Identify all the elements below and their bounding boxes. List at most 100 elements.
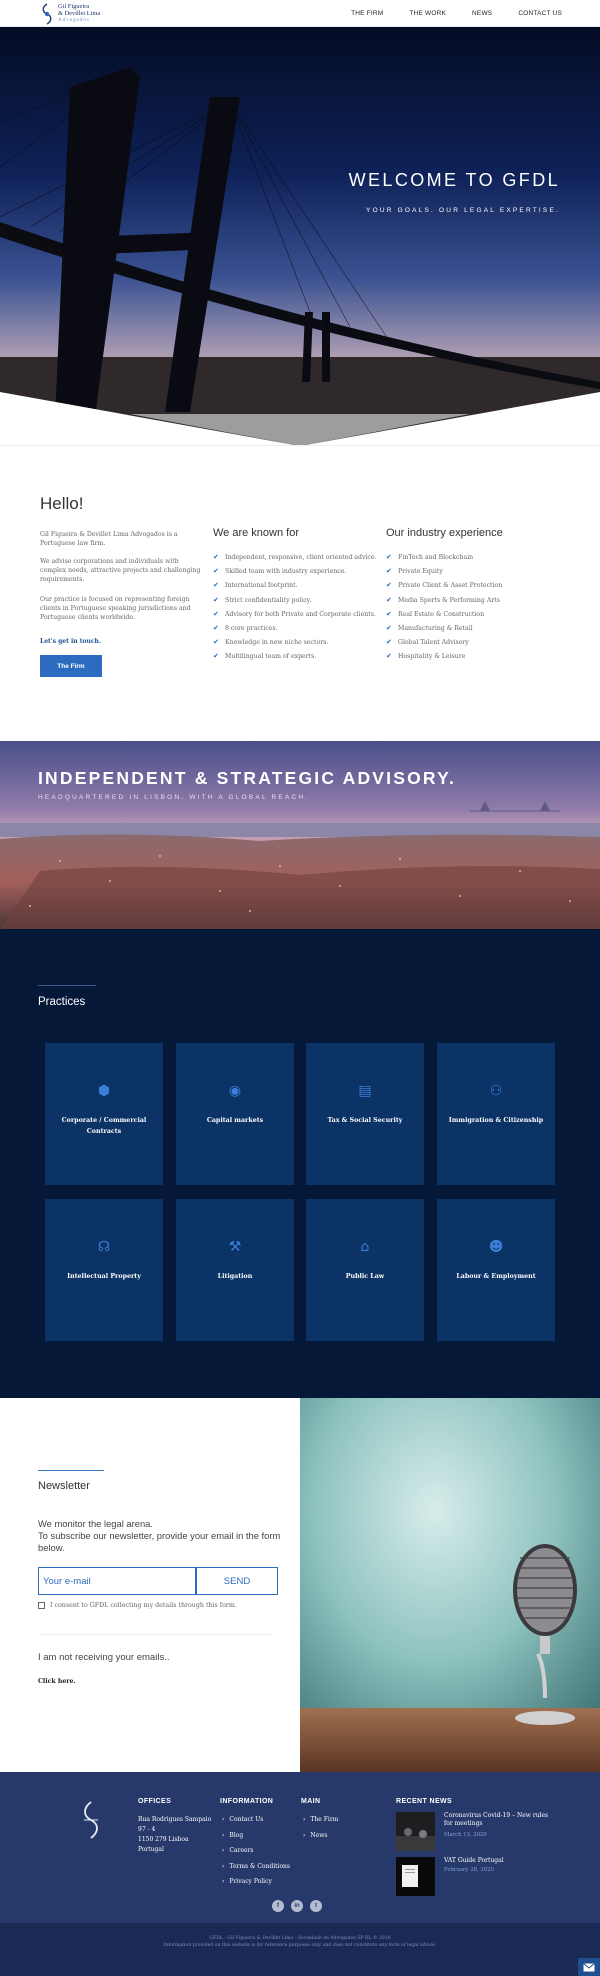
check-icon: ✔ <box>386 553 392 561</box>
list-item: ✔ Skilled team with industry experience. <box>213 567 347 576</box>
logo-line-2: & Devillet Lima <box>58 10 101 17</box>
hero-title: WELCOME TO GFDL <box>348 170 560 190</box>
footer-link-blog[interactable]: › Blog <box>222 1832 290 1848</box>
practice-label: Tax & Social Security <box>327 1117 403 1124</box>
the-firm-button[interactable]: The Firm <box>40 655 102 677</box>
news-date: March 13, 2020 <box>444 1832 487 1838</box>
list-item: ✔ Private Client & Asset Protection <box>386 581 503 590</box>
intro-paragraph-3: Our practice is focused on representing … <box>40 596 191 621</box>
check-icon: ✔ <box>213 609 219 618</box>
consent-checkbox[interactable] <box>38 1602 45 1609</box>
logo-line-1: Gil Figueira <box>58 3 90 10</box>
envelope-icon <box>583 1962 595 1971</box>
list-item: ✔ Manufacturing & Retail <box>386 623 473 632</box>
gavel-icon: ⚒ <box>228 1239 242 1255</box>
nav-the-firm[interactable]: THE FIRM <box>351 10 383 17</box>
practices-title-wrap: Practices <box>38 985 96 1008</box>
check-icon: ✔ <box>213 567 219 576</box>
chevron-right-icon: › <box>303 1831 306 1839</box>
nav-the-work[interactable]: THE WORK <box>409 10 446 17</box>
information-heading: INFORMATION <box>220 1798 274 1805</box>
money-icon: ▤ <box>358 1083 372 1099</box>
address-line: 97 - 4 <box>138 1826 156 1833</box>
email-input[interactable]: Your e-mail <box>38 1567 196 1595</box>
get-in-touch-link[interactable]: Let's get in touch. <box>40 638 101 645</box>
industry-list: ✔ FinTech and Blockchain ✔ Private Equity … <box>386 553 502 667</box>
practice-card-labour[interactable]: ☻ Labour & Employment <box>437 1199 555 1341</box>
practice-card-litigation[interactable]: ⚒ Litigation <box>176 1199 294 1341</box>
facebook-icon[interactable]: f <box>272 1900 284 1912</box>
group-icon: ☻ <box>488 1239 504 1255</box>
mail-icon[interactable] <box>578 1958 600 1976</box>
list-item: ✔ Advisory for both Private and Corporate… <box>213 609 376 618</box>
news-item[interactable]: Coronavirus Covid-19 – New rules for mee… <box>396 1812 556 1852</box>
practice-label: Corporate / Commercial Contracts <box>61 1117 147 1135</box>
people-icon: ⚇ <box>489 1083 503 1099</box>
news-item[interactable]: VAT Guide Portugal February 28, 2020 <box>396 1857 556 1897</box>
information-links: › Contact Us › Blog › Careers › Terms & Cond… <box>222 1816 290 1894</box>
list-item: ✔ Knowledge in new niche sectors. <box>213 638 329 647</box>
hero-subtitle: YOUR GOALS. OUR LEGAL EXPERTISE. <box>366 207 560 214</box>
offices-heading: OFFICES <box>138 1798 172 1805</box>
list-item: ✔ Media Sports & Performing Arts <box>386 595 500 604</box>
check-icon: ✔ <box>213 553 219 561</box>
list-item: ✔ Strict confidentiality policy. <box>213 595 312 604</box>
practice-card-public-law[interactable]: ⌂ Public Law <box>306 1199 424 1341</box>
chevron-right-icon: › <box>303 1816 306 1823</box>
check-icon: ✔ <box>213 581 219 590</box>
footer-link-privacy[interactable]: › Privacy Policy <box>222 1878 290 1894</box>
click-here-link[interactable]: Click here. <box>38 1678 76 1685</box>
check-icon: ✔ <box>213 623 219 632</box>
check-icon: ✔ <box>213 638 219 647</box>
send-button[interactable]: SEND <box>196 1567 278 1595</box>
known-for-title: We are known for <box>213 527 300 539</box>
list-item: ✔ Independent, responsive, client oriente… <box>213 553 377 561</box>
main-heading: MAIN <box>301 1798 321 1805</box>
list-item: ✔ Real Estate & Construction <box>386 609 485 618</box>
practice-label: Labour & Employment <box>456 1273 536 1280</box>
hero-banner: WELCOME TO GFDL YOUR GOALS. OUR LEGAL EX… <box>0 27 600 446</box>
bridge-image <box>0 27 600 446</box>
news-thumbnail <box>396 1857 435 1896</box>
newsletter-title: Newsletter <box>38 1480 90 1492</box>
practice-label: Capital markets <box>206 1117 264 1124</box>
practice-label: Immigration & Citizenship <box>448 1117 544 1124</box>
chevron-right-icon: › <box>222 1831 225 1839</box>
practice-card-capital-markets[interactable]: ◉ Capital markets <box>176 1043 294 1185</box>
footer-link-careers[interactable]: › Careers <box>222 1847 290 1863</box>
list-item: ✔ International footprint. <box>213 581 298 590</box>
check-icon: ✔ <box>386 567 392 576</box>
office-address: Rua Rodrigues Sampaio 97 - 4 1150 279 Li… <box>138 1815 211 1855</box>
practice-card-tax[interactable]: ▤ Tax & Social Security <box>306 1043 424 1185</box>
practice-card-corporate[interactable]: ⬢ Corporate / Commercial Contracts <box>45 1043 163 1185</box>
address-line: 1150 279 Lisboa <box>138 1836 189 1843</box>
copyright-line-2: Information provided on this website is … <box>163 1943 437 1948</box>
footer-link-terms[interactable]: › Terms & Conditions <box>222 1863 290 1879</box>
logo[interactable]: Gil Figueira & Devillet Lima Advogados <box>40 2 100 25</box>
list-item: ✔ 8 core practices. <box>213 623 278 632</box>
check-icon: ✔ <box>386 581 392 590</box>
footer-link-contact[interactable]: › Contact Us <box>222 1816 290 1832</box>
footer-link-news[interactable]: › News <box>303 1832 338 1848</box>
news-title: Coronavirus Covid-19 – New rules for mee… <box>444 1812 549 1827</box>
divider <box>0 445 600 446</box>
nav-contact-us[interactable]: CONTACT US <box>518 10 562 17</box>
cubes-icon: ⬢ <box>97 1083 111 1099</box>
nav-news[interactable]: NEWS <box>472 10 492 17</box>
copyright-line-1: GFDL - Gil Figueira & Devillet Lima - So… <box>209 1936 391 1941</box>
intro-paragraph-1: Gil Figueira & Devillet Lima Advogados i… <box>40 531 178 547</box>
advisory-subtitle: HEADQUARTERED IN LISBON. WITH A GLOBAL R… <box>38 794 310 801</box>
linkedin-icon[interactable]: in <box>291 1900 303 1912</box>
check-icon: ✔ <box>213 595 219 604</box>
consent-row[interactable]: I consent to GFDL collecting my details … <box>38 1602 237 1609</box>
social-links: f in t <box>272 1900 329 1912</box>
practice-card-immigration[interactable]: ⚇ Immigration & Citizenship <box>437 1043 555 1185</box>
not-receiving-text: I am not receiving your emails.. <box>38 1652 170 1663</box>
microphone-image <box>300 1398 600 1772</box>
practice-card-ip[interactable]: ☊ Intellectual Property <box>45 1199 163 1341</box>
hello-heading: Hello! <box>40 494 84 513</box>
list-item: ✔ Multilingual team of experts. <box>213 652 317 661</box>
footer-link-firm[interactable]: › The Firm <box>303 1816 338 1832</box>
twitter-icon[interactable]: t <box>310 1900 322 1912</box>
advisory-title: INDEPENDENT & STRATEGIC ADVISORY. <box>38 768 457 788</box>
